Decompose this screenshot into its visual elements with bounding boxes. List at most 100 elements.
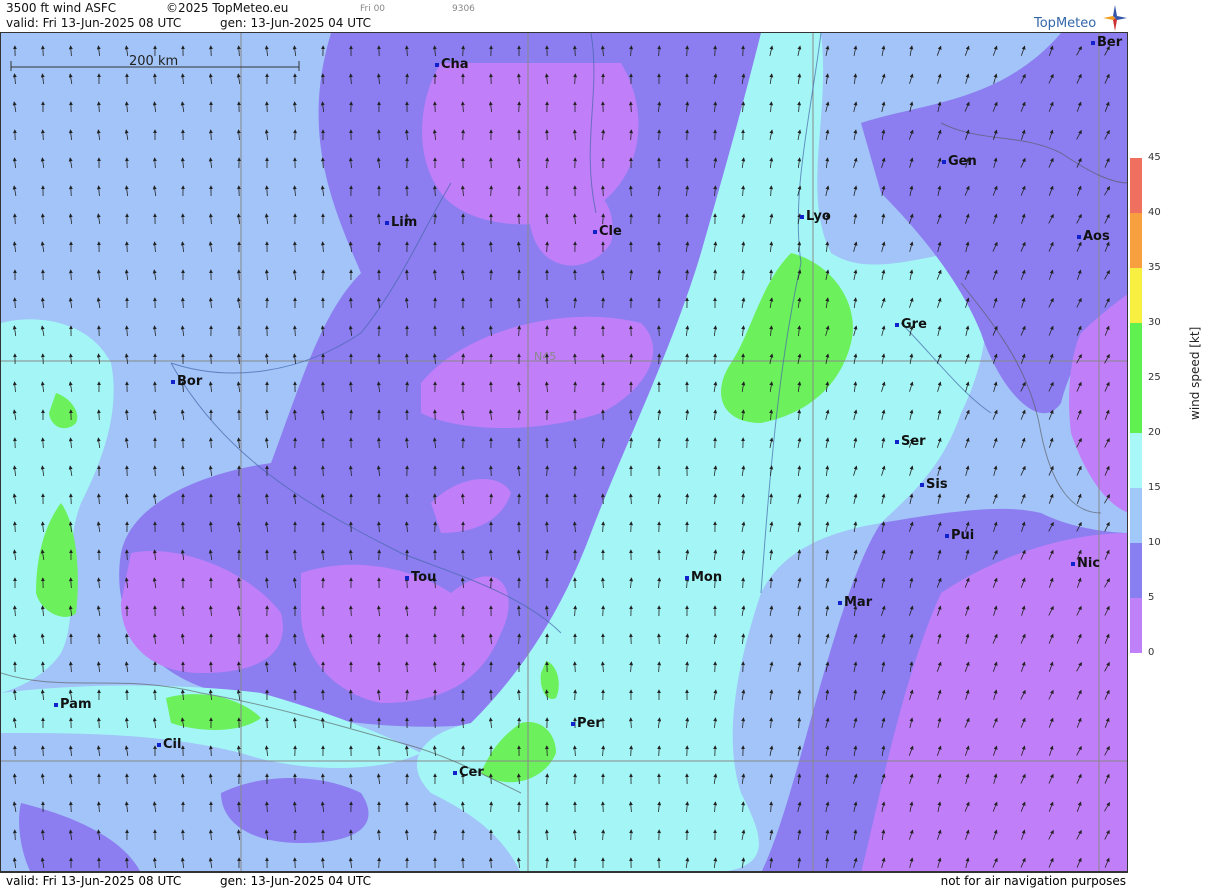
wind-arrow (155, 382, 156, 392)
city-label: Pam (54, 697, 92, 712)
wind-arrow (379, 746, 380, 756)
map-title: 3500 ft wind ASFC (6, 1, 116, 15)
legend-tick: 35 (1148, 262, 1161, 273)
wind-arrow (491, 774, 492, 784)
city-label: Bor (171, 374, 202, 389)
wind-arrow (183, 830, 184, 840)
city-label: Lim (385, 215, 417, 230)
legend-band (1130, 268, 1142, 324)
wind-arrow (519, 606, 520, 616)
run-label: Fri 00 (360, 4, 385, 14)
city-label: Mon (685, 570, 722, 585)
wind-arrow (519, 718, 520, 728)
legend-tick: 40 (1148, 207, 1161, 218)
wind-arrow (491, 466, 492, 476)
wind-arrow (267, 718, 268, 728)
legend-tick: 15 (1148, 482, 1161, 493)
wind-arrow (519, 298, 520, 308)
legend-band (1130, 378, 1142, 434)
wind-arrow (659, 746, 660, 756)
wind-arrow (771, 270, 772, 280)
copyright: ©2025 TopMeteo.eu (166, 1, 288, 15)
legend-band (1130, 323, 1142, 379)
wind-arrow (715, 46, 716, 56)
footer-generation-time: gen: 13-Jun-2025 04 UTC (220, 874, 371, 888)
wind-arrow (491, 158, 492, 168)
legend-colorbar (1130, 158, 1142, 653)
wind-arrow (155, 74, 156, 84)
legend-unit-label: wind speed [kt] (1188, 327, 1202, 420)
legend-band (1130, 158, 1142, 214)
wind-arrow (603, 186, 604, 196)
wind-arrow (43, 354, 44, 364)
wind-arrow (715, 662, 716, 672)
legend-tick: 25 (1148, 372, 1161, 383)
wind-arrow (659, 326, 660, 336)
legend-tick: 20 (1148, 427, 1161, 438)
wind-arrow (183, 522, 184, 532)
logo-text: TopMeteo (1034, 16, 1096, 31)
wind-arrow (71, 186, 72, 196)
wind-arrow (295, 550, 296, 560)
legend-tick: 45 (1148, 152, 1161, 163)
wind-map: N45 200 km Cha Ber Gen Lim Cle Lyo Aos G… (0, 32, 1128, 872)
city-label: Per (571, 716, 602, 731)
legend-band (1130, 213, 1142, 269)
wind-arrow (659, 130, 660, 140)
wind-arrow (379, 130, 380, 140)
wind-arrow (519, 410, 520, 420)
code-label: 9306 (452, 4, 475, 14)
wind-arrow (43, 662, 44, 672)
legend-tick: 0 (1148, 647, 1154, 658)
city-label: Tou (405, 570, 436, 585)
footer-valid-time: valid: Fri 13-Jun-2025 08 UTC (6, 874, 181, 888)
legend-band (1130, 433, 1142, 489)
wind-arrow (771, 578, 772, 588)
legend-tick: 5 (1148, 592, 1154, 603)
city-label: Pui (945, 528, 974, 543)
legend-band (1130, 598, 1142, 653)
city-label: Cle (593, 224, 622, 239)
wind-arrow (407, 382, 408, 392)
city-label: Cer (453, 765, 484, 780)
wind-arrow (183, 214, 184, 224)
wind-speed-legend: 45 40 35 30 25 20 15 10 5 0 (1128, 150, 1218, 670)
wind-arrow (715, 354, 716, 364)
generation-time: gen: 13-Jun-2025 04 UTC (220, 16, 371, 30)
city-label: Sis (920, 477, 948, 492)
footer-bar: valid: Fri 13-Jun-2025 08 UTC gen: 13-Ju… (0, 872, 1128, 888)
city-label: Lyo (800, 209, 831, 224)
latitude-label: N45 (534, 350, 556, 363)
wind-arrow (407, 74, 408, 84)
wind-arrow (295, 858, 296, 868)
wind-arrow (407, 270, 408, 280)
topmeteo-logo: TopMeteo (1032, 4, 1127, 32)
wind-arrow (267, 410, 268, 420)
wind-arrow (659, 634, 660, 644)
wind-arrow (295, 242, 296, 252)
wind-arrow (155, 690, 156, 700)
city-label: Nic (1071, 556, 1100, 571)
wind-arrow (379, 438, 380, 448)
city-label: Aos (1077, 229, 1110, 244)
city-label: Cil (157, 737, 181, 752)
city-label: Mar (838, 595, 872, 610)
footer-disclaimer: not for air navigation purposes (941, 874, 1126, 888)
legend-tick: 10 (1148, 537, 1161, 548)
wind-arrow (603, 494, 604, 504)
legend-tick: 30 (1148, 317, 1161, 328)
legend-band (1130, 543, 1142, 599)
city-label: Gen (942, 154, 977, 169)
city-label: Gre (895, 317, 927, 332)
city-label: Ser (895, 434, 926, 449)
city-label: Cha (435, 57, 469, 72)
wind-arrow (407, 690, 408, 700)
compass-star-icon (1102, 4, 1128, 32)
wind-arrow (267, 102, 268, 112)
wind-arrow (659, 438, 660, 448)
legend-band (1130, 488, 1142, 544)
wind-arrow (43, 46, 44, 56)
wind-arrow (71, 494, 72, 504)
wind-arrow (603, 802, 604, 812)
scale-label: 200 km (129, 54, 178, 69)
